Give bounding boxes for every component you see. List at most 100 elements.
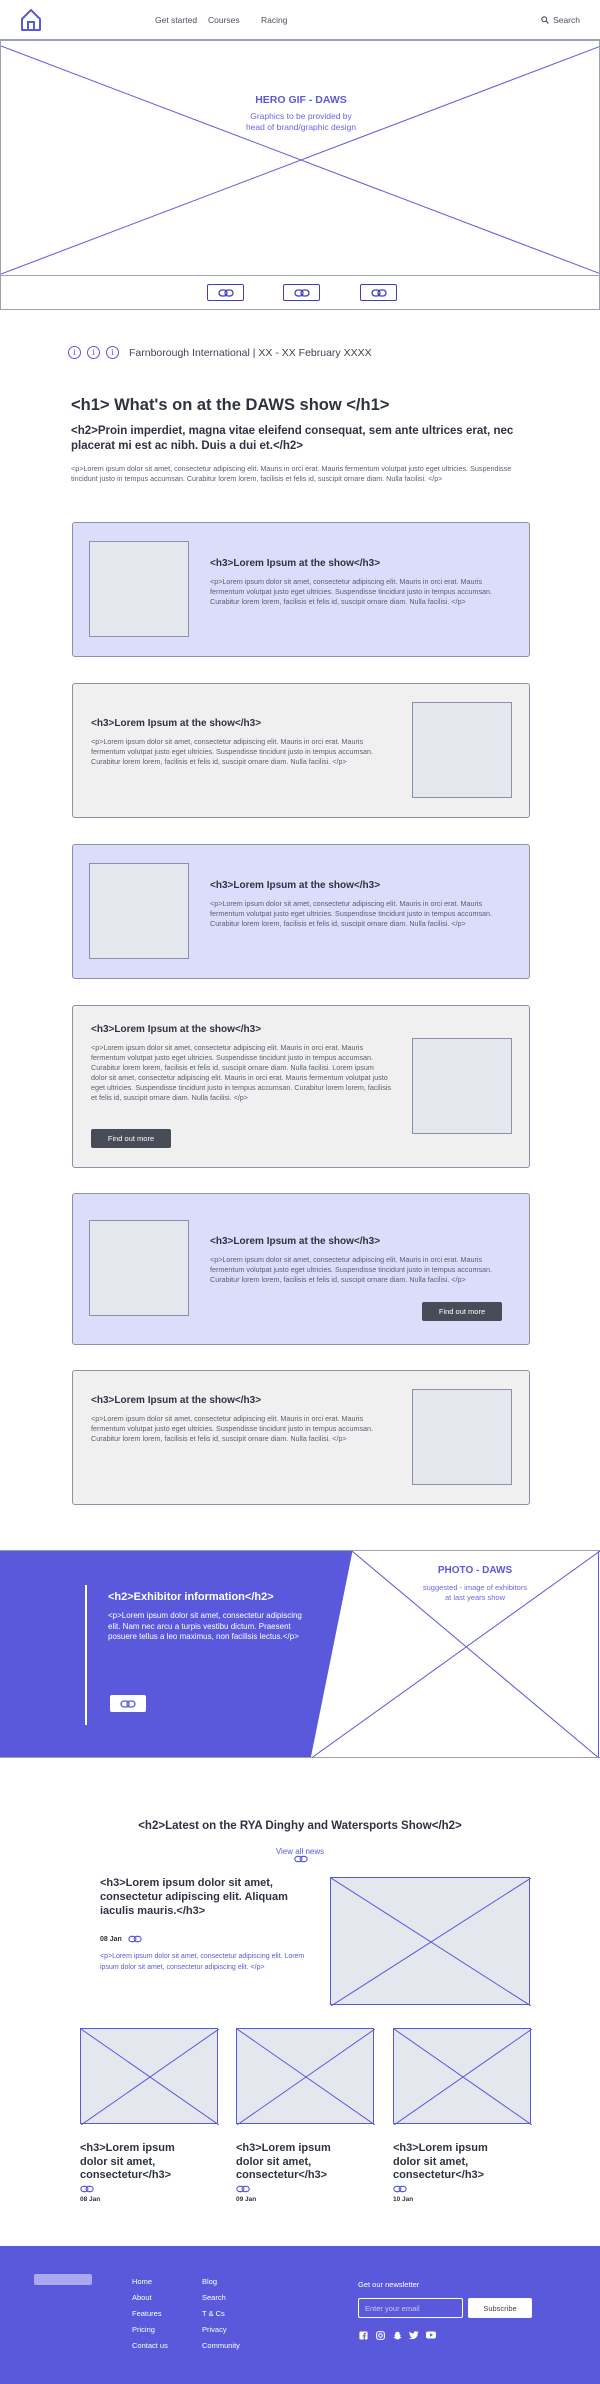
footer-links-col-1: Home About Features Pricing Contact us	[132, 2274, 168, 2354]
link-icon[interactable]	[236, 2185, 250, 2193]
search-icon	[541, 16, 549, 24]
feature-card: <h3>Lorem Ipsum at the show</h3> <p>Lore…	[72, 844, 530, 979]
footer-link-pricing[interactable]: Pricing	[132, 2322, 168, 2338]
news-item-title[interactable]: <h3>Lorem ipsum dolor sit amet, consecte…	[393, 2142, 503, 2183]
footer-link-contact[interactable]: Contact us	[132, 2338, 168, 2354]
feature-card: <h3>Lorem Ipsum at the show</h3> <p>Lore…	[72, 1370, 530, 1505]
feature-card: <h3>Lorem Ipsum at the show</h3> <p>Lore…	[72, 1005, 530, 1168]
newsletter-title: Get our newsletter	[358, 2280, 420, 2289]
card-title: <h3>Lorem Ipsum at the show</h3>	[91, 718, 262, 729]
footer-link-features[interactable]: Features	[132, 2306, 168, 2322]
news-date: 08 Jan	[100, 1935, 122, 1943]
hero-placeholder-cross	[1, 45, 599, 275]
newsletter-email-input[interactable]: Enter your email	[358, 2298, 463, 2318]
card-image-placeholder	[412, 1038, 512, 1134]
photo-subtitle: suggested - image of exhibitors at last …	[422, 1583, 528, 1602]
card-title: <h3>Lorem Ipsum at the show</h3>	[210, 1236, 381, 1247]
link-icon	[217, 288, 234, 297]
feature-card: <h3>Lorem Ipsum at the show</h3> <p>Lore…	[72, 1193, 530, 1345]
exhibitor-section: <h2>Exhibitor information</h2> <p>Lorem …	[0, 1550, 600, 1758]
exhibitor-paragraph: <p>Lorem ipsum dolor sit amet, consectet…	[108, 1611, 302, 1641]
footer-link-about[interactable]: About	[132, 2290, 168, 2306]
event-info-bar: i i i Farnborough International | XX - X…	[68, 346, 372, 359]
card-title: <h3>Lorem Ipsum at the show</h3>	[91, 1395, 262, 1406]
card-image-placeholder	[412, 1389, 512, 1485]
footer-logo[interactable]	[34, 2274, 92, 2285]
link-icon	[293, 288, 310, 297]
news-image-placeholder	[236, 2028, 375, 2125]
nav-link-courses[interactable]: Courses	[208, 15, 240, 25]
info-icon[interactable]: i	[87, 346, 100, 359]
card-text: <p>Lorem ipsum dolor sit amet, consectet…	[91, 1414, 374, 1443]
hero-title: HERO GIF - DAWS	[255, 94, 347, 106]
card-image-placeholder	[412, 702, 512, 798]
find-out-more-button[interactable]: Find out more	[91, 1129, 171, 1148]
event-info-text: Farnborough International | XX - XX Febr…	[129, 346, 372, 359]
card-image-placeholder	[89, 541, 189, 637]
hero-link-button-1[interactable]	[207, 284, 244, 301]
footer-link-home[interactable]: Home	[132, 2274, 168, 2290]
facebook-icon[interactable]	[358, 2330, 368, 2340]
featured-news-title[interactable]: <h3>Lorem ipsum dolor sit amet, consecte…	[100, 1876, 300, 1918]
footer-link-privacy[interactable]: Privacy	[202, 2322, 240, 2338]
card-text: <p>Lorem ipsum dolor sit amet, consectet…	[210, 1255, 493, 1284]
hero-subtitle: Graphics to be provided by head of brand…	[245, 111, 357, 132]
link-icon[interactable]	[80, 2185, 94, 2193]
news-heading: <h2>Latest on the RYA Dinghy and Watersp…	[138, 1820, 462, 1832]
footer-link-blog[interactable]: Blog	[202, 2274, 240, 2290]
feature-card: <h3>Lorem Ipsum at the show</h3> <p>Lore…	[72, 683, 530, 818]
hero-controls	[0, 276, 600, 310]
footer-link-community[interactable]: Community	[202, 2338, 240, 2354]
news-item-title[interactable]: <h3>Lorem ipsum dolor sit amet, consecte…	[236, 2142, 346, 2183]
exhibitor-heading: <h2>Exhibitor information</h2>	[108, 1591, 274, 1603]
hero-link-button-3[interactable]	[360, 284, 397, 301]
snapchat-icon[interactable]	[392, 2330, 402, 2340]
link-icon	[370, 288, 387, 297]
page-subtitle: <h2>Proin imperdiet, magna vitae eleifen…	[71, 425, 514, 452]
info-icon[interactable]: i	[68, 346, 81, 359]
info-icon[interactable]: i	[106, 346, 119, 359]
news-date: 08 Jan	[80, 2196, 101, 2203]
exhibitor-divider	[85, 1585, 87, 1725]
footer-link-terms[interactable]: T & Cs	[202, 2306, 240, 2322]
link-icon[interactable]	[128, 1935, 142, 1943]
featured-news-meta: 08 Jan	[100, 1935, 142, 1943]
find-out-more-button[interactable]: Find out more	[422, 1302, 502, 1321]
exhibitor-link-button[interactable]	[110, 1695, 146, 1712]
card-title: <h3>Lorem Ipsum at the show</h3>	[91, 1024, 262, 1035]
top-navigation: Get started Courses Racing Search	[0, 0, 600, 40]
instagram-icon[interactable]	[375, 2330, 385, 2340]
home-logo-icon[interactable]	[20, 8, 42, 32]
hero-link-button-2[interactable]	[283, 284, 320, 301]
youtube-icon[interactable]	[426, 2330, 436, 2340]
search-label: Search	[553, 15, 580, 25]
subscribe-button[interactable]: Subscribe	[468, 2298, 532, 2318]
card-image-placeholder	[89, 1220, 189, 1316]
featured-news-image-placeholder	[330, 1877, 531, 2006]
link-icon[interactable]	[294, 1855, 308, 1863]
news-item-title[interactable]: <h3>Lorem ipsum dolor sit amet, consecte…	[80, 2142, 190, 2183]
card-text: <p>Lorem ipsum dolor sit amet, consectet…	[210, 899, 493, 928]
link-icon[interactable]	[393, 2185, 407, 2193]
search-button[interactable]: Search	[541, 15, 580, 25]
site-footer: Home About Features Pricing Contact us B…	[0, 2246, 600, 2384]
featured-news-paragraph: <p>Lorem ipsum dolor sit amet, consectet…	[100, 1953, 305, 1971]
news-date: 09 Jan	[236, 2196, 257, 2203]
news-image-placeholder	[80, 2028, 219, 2125]
card-image-placeholder	[89, 863, 189, 959]
footer-link-search[interactable]: Search	[202, 2290, 240, 2306]
photo-title: PHOTO - DAWS	[437, 1565, 513, 1576]
twitter-icon[interactable]	[409, 2330, 419, 2340]
card-title: <h3>Lorem Ipsum at the show</h3>	[210, 880, 381, 891]
hero-banner: HERO GIF - DAWS Graphics to be provided …	[0, 40, 600, 276]
news-image-placeholder	[393, 2028, 532, 2125]
intro-paragraph: <p>Lorem ipsum dolor sit amet, consectet…	[71, 464, 512, 483]
page-title: <h1> What's on at the DAWS show </h1>	[71, 396, 390, 414]
card-text: <p>Lorem ipsum dolor sit amet, consectet…	[91, 1043, 392, 1102]
news-date: 10 Jan	[393, 2196, 414, 2203]
nav-link-racing[interactable]: Racing	[261, 15, 287, 25]
nav-link-get-started[interactable]: Get started	[155, 15, 197, 25]
footer-links-col-2: Blog Search T & Cs Privacy Community	[202, 2274, 240, 2354]
feature-card: <h3>Lorem Ipsum at the show</h3> <p>Lore…	[72, 522, 530, 657]
link-icon	[120, 1699, 136, 1708]
